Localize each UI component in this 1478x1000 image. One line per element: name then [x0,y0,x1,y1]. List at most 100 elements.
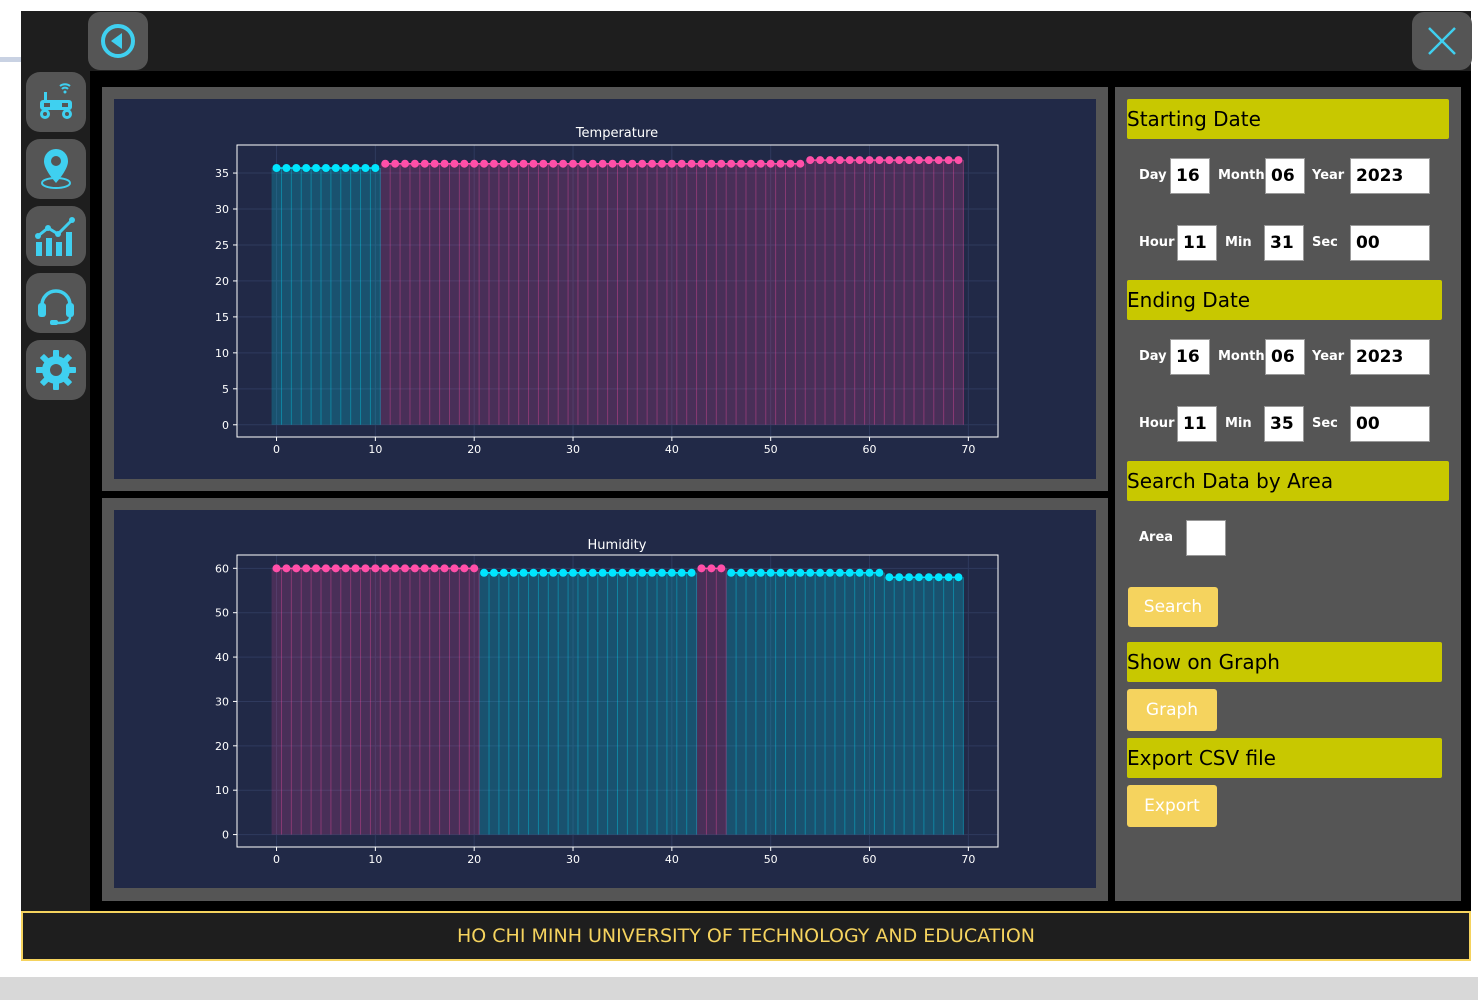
data-point [509,568,518,577]
y-tick-label: 35 [215,167,229,180]
data-point [914,156,923,165]
end-sec-field[interactable]: 00 [1350,406,1430,442]
sidebar-item-location[interactable] [26,139,86,199]
start-sec-field[interactable]: 00 [1350,225,1430,261]
bar [538,163,549,425]
bar [479,163,490,425]
data-point [272,564,281,573]
start-hour-field[interactable]: 11 [1177,225,1217,261]
data-point [924,573,933,582]
data-point [766,159,775,168]
bar [301,168,312,425]
bar [568,572,578,835]
sidebar-item-settings[interactable] [26,340,86,400]
bar [686,163,697,425]
plot-group: 0 10 20 30 40 50 60 70 0 5 10 15 20 25 30 35 [215,144,999,456]
data-point [816,568,825,577]
end-hour-field[interactable]: 11 [1177,406,1217,442]
data-point [717,564,726,573]
bar [844,160,855,425]
export-button[interactable]: Export [1127,785,1217,827]
bar [469,568,480,835]
end-year-field[interactable]: 2023 [1350,339,1430,375]
end-month-field[interactable]: 06 [1265,339,1305,375]
starting-date-heading: Starting Date [1127,99,1449,139]
data-point [529,159,538,168]
bar [291,168,302,425]
close-button[interactable] [1412,12,1472,70]
data-point [618,568,627,577]
bar [330,568,341,835]
data-point [391,564,400,573]
data-point [331,164,340,173]
bar [666,163,677,425]
bar [765,572,776,835]
data-point [588,568,597,577]
bar [459,568,470,835]
bar [864,160,875,425]
data-point [776,568,785,577]
start-year-field[interactable]: 2023 [1350,158,1430,194]
end-month-label: Month [1218,349,1265,364]
data-point [351,564,360,573]
data-point [401,564,410,573]
bar [350,568,361,835]
bar [489,163,499,425]
start-day-field[interactable]: 16 [1170,158,1210,194]
data-point [430,159,439,168]
bar [775,572,786,835]
data-point [361,564,370,573]
bar [597,572,608,835]
bar [400,163,410,425]
end-day-field[interactable]: 16 [1170,339,1210,375]
end-min-field[interactable]: 35 [1264,406,1304,442]
sidebar-item-vehicle[interactable] [26,72,86,132]
area-field[interactable] [1186,520,1226,556]
data-point [855,156,864,165]
bar [340,568,351,835]
data-point [549,159,558,168]
end-year-label: Year [1312,349,1345,364]
data-point [480,568,489,577]
bar [647,572,658,835]
bar [508,572,519,835]
data-point [391,159,400,168]
back-button[interactable] [88,12,148,70]
x-tick-label: 40 [665,853,679,866]
sidebar-item-support[interactable] [26,273,86,333]
bar [884,577,895,835]
graph-button[interactable]: Graph [1127,689,1217,731]
data-point [806,156,815,165]
y-tick-label: 5 [222,383,229,396]
data-point [727,568,736,577]
data-point [677,159,686,168]
bar [321,568,331,835]
bar [518,572,529,835]
bar [805,572,816,835]
x-tick-label: 50 [764,853,778,866]
data-point [312,564,321,573]
bar [943,577,954,835]
data-point [381,564,390,573]
bar [815,572,826,835]
bar [558,163,569,425]
data-point [341,564,350,573]
start-month-label: Month [1218,168,1265,183]
start-min-field[interactable]: 31 [1264,225,1304,261]
data-point [796,568,805,577]
start-month-field[interactable]: 06 [1265,158,1305,194]
search-button[interactable]: Search [1128,587,1218,627]
y-tick-label: 10 [215,347,229,360]
bar [637,163,648,425]
y-tick-label: 20 [215,275,229,288]
sidebar-item-charts[interactable] [26,206,86,266]
bar [745,572,756,835]
data-point [578,568,587,577]
data-point [410,159,419,168]
bar [548,572,559,835]
bar [834,572,845,835]
bar [696,163,707,425]
y-tick-label: 0 [222,419,229,432]
data-point [845,568,854,577]
bar [765,163,776,425]
